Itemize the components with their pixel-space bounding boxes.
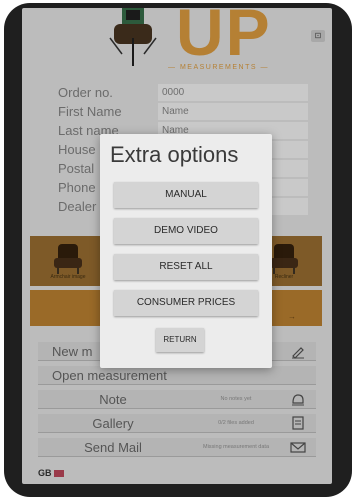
dialog-title: Extra options [110, 142, 239, 167]
house-label: House [58, 142, 96, 157]
form-row-order: Order no. 0000 [58, 84, 314, 102]
note-status: No notes yet [220, 396, 252, 402]
logo-text: UP [176, 8, 272, 69]
app-screen: UP — MEASUREMENTS — ⊡ Order no. 0000 Fir… [22, 8, 332, 484]
open-measurement-label: Open measurement [52, 368, 167, 383]
logo-subtitle: — MEASUREMENTS — [168, 64, 270, 71]
first-name-field[interactable]: Name [158, 103, 308, 120]
reset-all-button[interactable]: RESET ALL [114, 254, 258, 280]
chair-image-left[interactable]: Armchair image [40, 240, 96, 282]
demo-video-button[interactable]: DEMO VIDEO [114, 218, 258, 244]
new-measurement-label: New m [52, 344, 93, 359]
first-name-label: First Name [58, 104, 122, 119]
mail-icon [290, 442, 306, 453]
manual-button[interactable]: MANUAL [114, 182, 258, 208]
order-no-label: Order no. [58, 85, 113, 100]
note-button[interactable]: Note No notes yet [38, 390, 316, 409]
form-row-first-name: First Name Name [58, 103, 314, 121]
gallery-label: Gallery [92, 416, 134, 431]
phone-label: Phone [58, 180, 96, 195]
send-mail-status: Missing measurement data [202, 444, 270, 450]
send-mail-button[interactable]: Send Mail Missing measurement data [38, 438, 316, 457]
dealer-label: Dealer [58, 199, 97, 214]
consumer-prices-button[interactable]: CONSUMER PRICES [114, 290, 258, 316]
postal-label: Postal [58, 161, 95, 176]
uk-flag-icon [53, 470, 64, 478]
measure-bar-arrow-icon: → [288, 312, 296, 321]
chair-image-left-label: Armchair image [50, 274, 86, 280]
language-selector[interactable]: GB [38, 468, 64, 478]
exit-icon[interactable]: ⊡ [311, 30, 325, 42]
gallery-status: 0/2 files added [218, 420, 254, 426]
send-mail-label: Send Mail [84, 440, 142, 455]
language-code: GB [38, 468, 52, 478]
logo-figure-icon [109, 8, 157, 66]
order-no-field[interactable]: 0000 [158, 84, 308, 101]
note-label: Note [99, 392, 127, 407]
open-measurement-button[interactable]: Open measurement [38, 366, 316, 385]
armchair-icon [54, 244, 82, 274]
note-icon [292, 394, 304, 406]
gallery-button[interactable]: Gallery 0/2 files added [38, 414, 316, 433]
extra-options-dialog: Extra options MANUAL DEMO VIDEO RESET AL… [100, 134, 272, 368]
gallery-icon [292, 416, 304, 430]
return-button[interactable]: RETURN [156, 328, 204, 352]
edit-icon [292, 347, 304, 359]
